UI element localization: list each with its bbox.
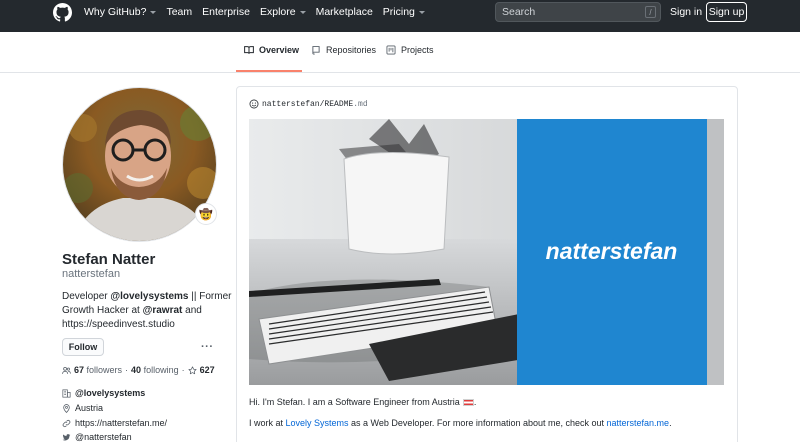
organization-icon: [62, 388, 71, 398]
profile-username: natterstefan: [62, 268, 121, 280]
nav-label: Marketplace: [315, 6, 373, 18]
readme-owner-link[interactable]: natterstefan: [262, 100, 320, 109]
avatar[interactable]: [62, 87, 217, 242]
nav-label: Enterprise: [202, 6, 250, 18]
chevron-down-icon: [418, 11, 425, 14]
nav-enterprise[interactable]: Enterprise: [202, 6, 250, 18]
sign-in-link[interactable]: Sign in: [670, 6, 702, 18]
status-emoji[interactable]: 🤠: [195, 203, 217, 225]
followers-count[interactable]: 67: [74, 365, 84, 375]
readme-file-name[interactable]: README: [324, 100, 353, 109]
location-text: Austria: [75, 403, 104, 413]
work-text: .: [669, 418, 672, 428]
project-icon: [386, 45, 396, 55]
work-text: as a Web Developer. For more information…: [348, 418, 607, 428]
tab-projects[interactable]: Projects: [386, 45, 434, 72]
book-icon: [244, 46, 254, 54]
following-label[interactable]: following: [144, 365, 179, 375]
twitter-icon: [62, 433, 71, 440]
nav-label: Team: [166, 6, 193, 18]
austria-flag-icon: [462, 398, 474, 406]
nav-marketplace[interactable]: Marketplace: [316, 6, 373, 18]
follow-stats: 67 followers · 40 following · 627: [62, 365, 215, 375]
tab-repositories[interactable]: Repositories: [311, 45, 376, 72]
top-header: Why GitHub? Team Enterprise Explore Mark…: [0, 0, 800, 32]
bio-org-link[interactable]: @lovelysystems: [110, 291, 188, 302]
main-nav: Why GitHub? Team Enterprise Explore Mark…: [84, 0, 435, 24]
personal-site-link[interactable]: natterstefan.me: [607, 418, 670, 428]
star-icon: [188, 365, 197, 374]
chevron-down-icon: [150, 11, 157, 14]
readme-file-ext: .md: [353, 99, 368, 109]
intro-period: .: [473, 397, 477, 407]
nav-explore[interactable]: Explore: [260, 6, 306, 18]
tab-overview[interactable]: Overview: [236, 45, 302, 72]
nav-label: Pricing: [382, 6, 415, 18]
profile-tab-bar: Overview Repositories Projects: [0, 32, 800, 73]
search-input[interactable]: Search /: [495, 2, 661, 22]
readme-work-line: I work at Lovely Systems as a Web Develo…: [249, 418, 672, 428]
nav-label: Explore: [259, 6, 296, 18]
following-count[interactable]: 40: [131, 365, 141, 375]
vcard-company: @lovelysystems: [62, 388, 145, 398]
lovely-systems-link[interactable]: Lovely Systems: [286, 418, 349, 428]
readme-intro: Hi. I'm Stefan. I am a Software Engineer…: [249, 397, 476, 407]
profile-bio: Developer @lovelysystems || Former Growt…: [62, 290, 232, 332]
followers-label[interactable]: followers: [87, 365, 123, 375]
separator-dot: ·: [181, 365, 185, 375]
bio-org-link[interactable]: @rawrat: [143, 305, 183, 316]
people-icon: [62, 366, 71, 374]
more-options-icon[interactable]: ···: [201, 341, 214, 353]
tab-label: Repositories: [326, 45, 377, 55]
vcard-location: Austria: [62, 403, 103, 413]
follow-button[interactable]: Follow: [62, 338, 104, 356]
stars-count[interactable]: 627: [200, 365, 215, 375]
company-link[interactable]: @lovelysystems: [75, 388, 145, 398]
location-icon: [63, 403, 70, 413]
smiley-icon: [249, 99, 259, 109]
sign-up-button[interactable]: Sign up: [706, 2, 747, 22]
search-placeholder: Search: [502, 6, 536, 18]
tab-label: Overview: [259, 45, 300, 55]
nav-pricing[interactable]: Pricing: [383, 6, 425, 18]
link-icon: [62, 419, 71, 427]
nav-label: Why GitHub?: [84, 6, 147, 18]
website-link[interactable]: https://natterstefan.me/: [75, 418, 167, 428]
twitter-handle[interactable]: @natterstefan: [75, 432, 132, 442]
banner-text: natterstefan: [545, 238, 678, 264]
bio-text: Developer: [62, 291, 111, 302]
work-text: I work at: [249, 418, 286, 428]
keyboard-shortcut-hint: /: [645, 6, 656, 18]
tab-label: Projects: [401, 45, 434, 55]
profile-fullname: Stefan Natter: [62, 251, 156, 268]
separator-dot: ·: [125, 365, 129, 375]
chevron-down-icon: [299, 11, 306, 14]
readme-path: natterstefan / README .md: [249, 99, 368, 109]
repo-icon: [312, 46, 320, 55]
vcard-twitter: @natterstefan: [62, 432, 132, 442]
github-logo-icon[interactable]: [53, 3, 72, 22]
intro-text: Hi. I'm Stefan. I am a Software Engineer…: [249, 397, 460, 407]
nav-team[interactable]: Team: [166, 6, 192, 18]
nav-why-github[interactable]: Why GitHub?: [84, 6, 157, 18]
vcard-website: https://natterstefan.me/: [62, 418, 167, 428]
avatar-photo: [63, 88, 216, 241]
